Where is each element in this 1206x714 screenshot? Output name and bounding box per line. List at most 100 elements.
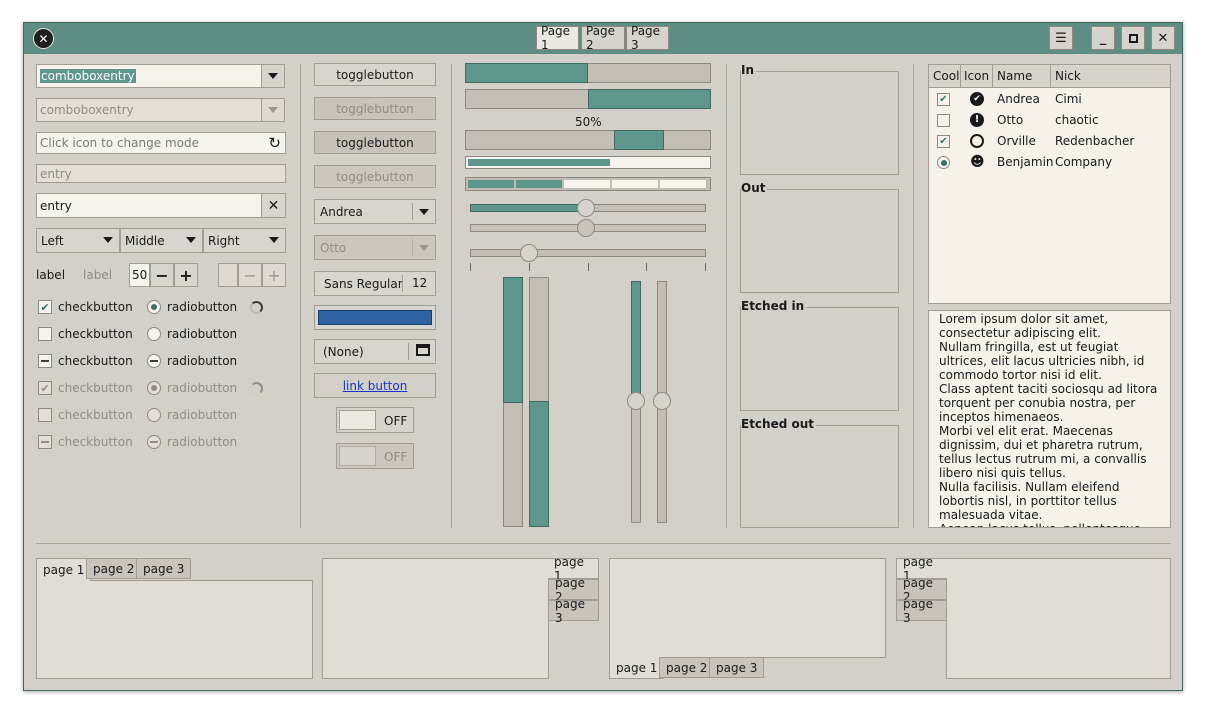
link-button[interactable]: link button <box>314 373 436 398</box>
scale-marks-knob[interactable] <box>520 244 538 262</box>
radiobutton-unselected[interactable] <box>147 327 161 341</box>
separator <box>726 64 727 528</box>
refresh-icon[interactable]: ↻ <box>268 134 281 152</box>
notebook-top-tab-3[interactable]: page 3 <box>136 558 192 579</box>
table-row[interactable]: ☻ Benjamin Company <box>929 152 1170 173</box>
radiobutton-inconsistent[interactable] <box>147 354 161 368</box>
column-header-nick[interactable]: Nick <box>1051 65 1170 87</box>
spin-decrement-button[interactable]: − <box>150 263 174 287</box>
combobox-andrea[interactable]: Andrea <box>314 199 436 224</box>
notebook-right-page <box>322 558 549 679</box>
level-segment <box>468 180 514 188</box>
column-header-cool[interactable]: Cool <box>929 65 961 87</box>
checkbutton-inconsistent[interactable] <box>38 354 52 368</box>
switch-label: OFF <box>384 414 408 428</box>
checkbutton-unchecked[interactable] <box>38 327 52 341</box>
progress-thin-fill <box>468 159 610 166</box>
middle-button[interactable]: Middle <box>120 228 203 253</box>
togglebutton-active-disabled: togglebutton <box>314 165 436 188</box>
progress-bar-pulse <box>465 130 711 150</box>
row-name: Otto <box>997 113 1024 127</box>
scale-tick <box>529 263 530 271</box>
icon-entry[interactable]: Click icon to change mode ↻ <box>36 132 286 154</box>
checkbutton-checked[interactable]: ✔ <box>38 300 52 314</box>
separator <box>300 64 301 528</box>
chevron-down-icon <box>103 237 113 243</box>
close-window-icon[interactable]: ✕ <box>33 28 54 49</box>
radiobutton-label: radiobutton <box>167 300 238 314</box>
folder-icon <box>416 344 430 356</box>
switch-off[interactable]: OFF <box>336 407 414 433</box>
tab-page-2[interactable]: Page 2 <box>581 24 625 52</box>
cool-checkbox[interactable]: ✔ <box>937 93 950 106</box>
togglebutton-active[interactable]: togglebutton <box>314 131 436 154</box>
entry-disabled-text: entry <box>40 166 72 181</box>
tab-label: page 1 <box>616 660 658 675</box>
vertical-scale-knob[interactable] <box>653 392 671 410</box>
scale-marks <box>470 263 706 271</box>
spin-entry[interactable]: 50 <box>129 263 150 287</box>
table-row[interactable]: ! Otto chaotic <box>929 110 1170 131</box>
cool-checkbox[interactable]: ✔ <box>937 135 950 148</box>
clear-entry-button[interactable]: ✕ <box>261 193 286 218</box>
scale-tick <box>470 263 471 271</box>
notebook-top-tab-1[interactable]: page 1 <box>36 558 92 581</box>
notebook-left-tab-3[interactable]: page 3 <box>896 597 947 625</box>
frame-in-label: In <box>741 63 757 77</box>
combobox-dropdown-button[interactable] <box>261 64 285 88</box>
label-normal: label <box>36 268 66 282</box>
frame-etched-out <box>740 425 899 528</box>
text-view[interactable]: Lorem ipsum dolor sit amet, consectetur … <box>928 310 1171 528</box>
combobox-entry-text: comboboxentry <box>40 69 136 83</box>
tab-label: page 3 <box>555 596 585 625</box>
row-nick: Company <box>1055 155 1113 169</box>
vertical-scale-knob[interactable] <box>627 392 645 410</box>
tab-label: page 2 <box>666 660 708 675</box>
tab-page-1[interactable]: Page 1 <box>536 24 579 52</box>
maximize-icon[interactable] <box>1121 26 1145 50</box>
table-row[interactable]: ✔ ✔ Andrea Cimi <box>929 89 1170 110</box>
togglebutton[interactable]: togglebutton <box>314 63 436 86</box>
table-row[interactable]: ✔ Orville Redenbacher <box>929 131 1170 152</box>
checkbutton-label: checkbutton <box>58 408 133 422</box>
column-header-icon[interactable]: Icon <box>961 65 993 87</box>
notebook-right-tab-3[interactable]: page 3 <box>548 597 599 625</box>
radiobutton-selected-disabled <box>147 381 161 395</box>
notebook-top-tab-2[interactable]: page 2 <box>86 558 142 579</box>
font-name: Sans Regular <box>324 276 403 291</box>
radiobutton-label: radiobutton <box>167 435 238 449</box>
color-button[interactable] <box>314 305 436 330</box>
row-nick: chaotic <box>1055 113 1099 127</box>
radiobutton-selected[interactable] <box>147 300 161 314</box>
notebook-bottom-tab-3[interactable]: page 3 <box>709 657 765 678</box>
column-header-name[interactable]: Name <box>993 65 1051 87</box>
right-button[interactable]: Right <box>203 228 286 253</box>
chevron-down-icon <box>268 107 278 113</box>
link-button-label: link button <box>342 378 408 393</box>
font-button[interactable]: Sans Regular 12 <box>314 271 436 296</box>
switch-label: OFF <box>384 450 408 464</box>
spin-increment-button[interactable]: + <box>174 263 198 287</box>
close-icon[interactable]: ✕ <box>1151 26 1175 50</box>
checkbutton-inconsistent-disabled <box>38 435 52 449</box>
file-chooser-button[interactable]: (None) <box>314 339 436 364</box>
notebook-bottom-page <box>609 558 886 658</box>
entry-field-text: entry <box>40 198 72 213</box>
combobox-entry[interactable]: comboboxentry <box>36 64 262 88</box>
scale-with-marks[interactable] <box>470 249 706 257</box>
left-button[interactable]: Left <box>36 228 120 253</box>
notebook-bottom-tab-2[interactable]: page 2 <box>659 657 715 678</box>
menu-icon[interactable]: ☰ <box>1049 26 1073 50</box>
minimize-icon[interactable]: _ <box>1091 26 1115 50</box>
entry-field[interactable]: entry <box>36 193 262 218</box>
tree-view[interactable]: Cool Icon Name Nick ✔ ✔ Andrea Cimi ! Ot… <box>928 64 1171 304</box>
frame-in <box>740 71 899 175</box>
icon-entry-placeholder: Click icon to change mode <box>40 136 199 150</box>
tab-page-3[interactable]: Page 3 <box>626 24 669 52</box>
scale-knob[interactable] <box>577 199 595 217</box>
cool-checkbox[interactable] <box>937 114 950 127</box>
scale-tick <box>705 263 706 271</box>
cool-radio[interactable] <box>937 156 950 169</box>
combobox-andrea-value: Andrea <box>320 204 363 219</box>
notebook-bottom-tab-1[interactable]: page 1 <box>609 657 665 679</box>
